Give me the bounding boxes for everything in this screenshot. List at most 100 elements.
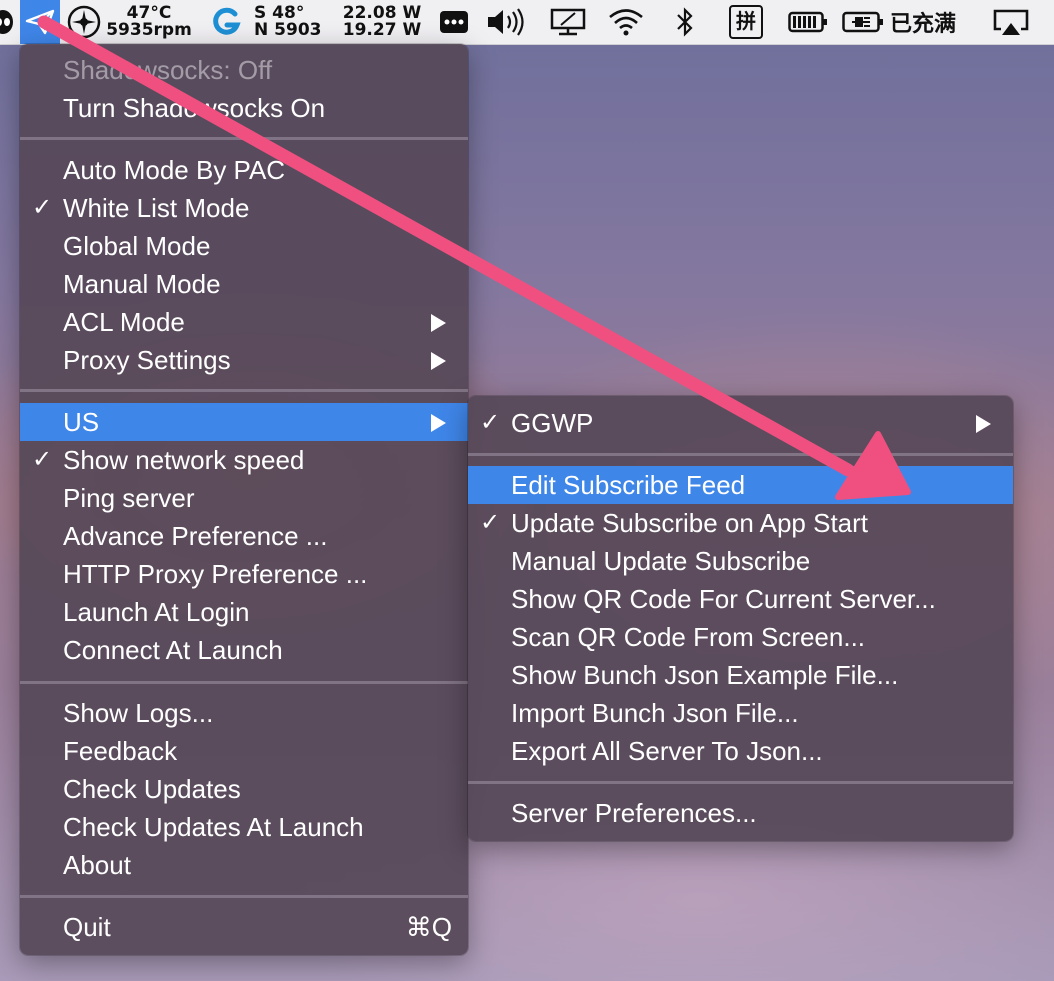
power-readout[interactable]: 22.08 W 19.27 W — [340, 0, 424, 44]
menu-item-check-updates-at-launch[interactable]: Check Updates At Launch — [20, 808, 468, 846]
menu-item-label: Proxy Settings — [63, 345, 231, 375]
menu-separator — [20, 389, 468, 392]
server-submenu: ✓ GGWP Edit Subscribe Feed ✓ Update Subscr… — [468, 396, 1013, 841]
quit-shortcut: ⌘Q — [405, 912, 452, 942]
fan-rpm: 5935rpm — [106, 20, 192, 40]
submenu-arrow-icon — [431, 352, 446, 370]
volume-icon[interactable] — [482, 0, 532, 44]
g-app-icon[interactable] — [206, 0, 246, 44]
menu-item-label: Show Bunch Json Example File... — [511, 660, 899, 690]
menu-item-status: Shadowsocks: Off — [20, 51, 468, 89]
submenu-item-show-bunch-json-example[interactable]: Show Bunch Json Example File... — [468, 656, 1013, 694]
menu-item-label: Quit — [63, 912, 111, 942]
checkmark-icon: ✓ — [480, 509, 501, 536]
menu-item-proxy-settings[interactable]: Proxy Settings — [20, 341, 468, 379]
battery-status[interactable]: 已充满 — [842, 0, 972, 44]
submenu-item-edit-subscribe-feed[interactable]: Edit Subscribe Feed — [468, 466, 1013, 504]
shadowsocks-icon[interactable] — [20, 0, 60, 44]
menu-item-white-list[interactable]: ✓ White List Mode — [20, 189, 468, 227]
menu-item-quit[interactable]: Quit ⌘Q — [20, 908, 468, 946]
menu-separator — [468, 781, 1013, 784]
menu-item-check-updates[interactable]: Check Updates — [20, 770, 468, 808]
airplay-icon[interactable] — [986, 0, 1036, 44]
wifi-icon[interactable] — [604, 0, 648, 44]
checkmark-icon: ✓ — [32, 194, 53, 221]
menu-item-launch-at-login[interactable]: Launch At Login — [20, 593, 468, 631]
menu-item-label: Manual Mode — [63, 269, 221, 299]
submenu-arrow-icon — [431, 414, 446, 432]
menu-item-label: Advance Preference ... — [63, 521, 328, 551]
display-icon[interactable] — [546, 0, 590, 44]
menu-separator — [468, 453, 1013, 456]
menu-item-label: White List Mode — [63, 193, 250, 223]
alien-icon[interactable] — [0, 0, 14, 44]
menu-item-global-mode[interactable]: Global Mode — [20, 227, 468, 265]
menu-item-label: ACL Mode — [63, 307, 185, 337]
net-down-label: N — [254, 20, 269, 40]
menu-item-label: Edit Subscribe Feed — [511, 470, 746, 500]
menu-item-turn-on[interactable]: Turn Shadowsocks On — [20, 89, 468, 127]
menu-item-label: Launch At Login — [63, 597, 250, 627]
menu-item-ping-server[interactable]: Ping server — [20, 479, 468, 517]
submenu-item-export-all-servers[interactable]: Export All Server To Json... — [468, 732, 1013, 770]
checkmark-icon: ✓ — [480, 409, 501, 436]
submenu-item-scan-qr-code[interactable]: Scan QR Code From Screen... — [468, 618, 1013, 656]
menu-item-feedback[interactable]: Feedback — [20, 732, 468, 770]
menu-item-label: Server Preferences... — [511, 798, 757, 828]
menu-item-label: US — [63, 407, 100, 437]
menu-item-label: Check Updates At Launch — [63, 812, 364, 842]
menu-item-label: Ping server — [63, 483, 195, 513]
menu-item-label: Turn Shadowsocks On — [63, 93, 326, 123]
network-stats[interactable]: S 48° N 5903 — [254, 0, 332, 44]
net-down-row: N 5903 — [254, 22, 321, 39]
submenu-item-server-preferences[interactable]: Server Preferences... — [468, 794, 1013, 832]
menu-item-label: HTTP Proxy Preference ... — [63, 559, 368, 589]
more-icon[interactable] — [436, 0, 472, 44]
submenu-item-ggwp[interactable]: ✓ GGWP — [468, 404, 1013, 442]
menu-item-label: Show QR Code For Current Server... — [511, 584, 936, 614]
menu-item-label: Connect At Launch — [63, 635, 283, 665]
input-method-label: 拼 — [729, 5, 763, 39]
menu-item-servers-us[interactable]: US — [20, 403, 468, 441]
menu-item-about[interactable]: About — [20, 846, 468, 884]
net-down-value: 5903 — [274, 20, 322, 40]
shadowsocks-menu: Shadowsocks: Off Turn Shadowsocks On Aut… — [20, 44, 468, 955]
submenu-item-manual-update-subscribe[interactable]: Manual Update Subscribe — [468, 542, 1013, 580]
menu-item-label: Auto Mode By PAC — [63, 155, 286, 185]
menu-item-label: Feedback — [63, 736, 178, 766]
menu-item-label: Show Logs... — [63, 698, 214, 728]
fan-readout[interactable]: 47°C 5935rpm — [106, 0, 192, 44]
menu-item-connect-at-launch[interactable]: Connect At Launch — [20, 631, 468, 669]
menu-item-label: About — [63, 850, 131, 880]
menu-separator — [20, 681, 468, 684]
menu-item-label: Check Updates — [63, 774, 241, 804]
menu-item-label: Import Bunch Json File... — [511, 698, 799, 728]
menu-item-advance-preference[interactable]: Advance Preference ... — [20, 517, 468, 555]
menu-item-manual-mode[interactable]: Manual Mode — [20, 265, 468, 303]
menu-item-label: Scan QR Code From Screen... — [511, 622, 866, 652]
submenu-item-update-subscribe-on-start[interactable]: ✓ Update Subscribe on App Start — [468, 504, 1013, 542]
input-method-icon[interactable]: 拼 — [726, 0, 766, 44]
battery-charged-icon — [842, 11, 883, 33]
power-out: 19.27 W — [342, 20, 422, 40]
menu-item-label: GGWP — [511, 408, 594, 438]
battery-level-icon[interactable] — [786, 0, 830, 44]
menu-separator — [20, 895, 468, 898]
menu-item-show-logs[interactable]: Show Logs... — [20, 694, 468, 732]
submenu-arrow-icon — [431, 314, 446, 332]
fan-icon[interactable] — [64, 0, 104, 44]
menu-separator — [20, 137, 468, 140]
menu-item-http-proxy-preference[interactable]: HTTP Proxy Preference ... — [20, 555, 468, 593]
submenu-arrow-icon — [976, 415, 991, 433]
menu-item-acl-mode[interactable]: ACL Mode — [20, 303, 468, 341]
submenu-item-show-qr-code[interactable]: Show QR Code For Current Server... — [468, 580, 1013, 618]
menu-item-label: Global Mode — [63, 231, 211, 261]
menu-item-show-network-speed[interactable]: ✓ Show network speed — [20, 441, 468, 479]
menu-item-label: Manual Update Subscribe — [511, 546, 811, 576]
battery-status-label: 已充满 — [890, 12, 957, 37]
menu-bar: 47°C 5935rpm S 48° N 5903 22.08 W 19.27 … — [0, 0, 1054, 45]
submenu-item-import-bunch-json[interactable]: Import Bunch Json File... — [468, 694, 1013, 732]
menu-item-label: Update Subscribe on App Start — [511, 508, 869, 538]
bluetooth-icon[interactable] — [668, 0, 702, 44]
menu-item-auto-pac[interactable]: Auto Mode By PAC — [20, 151, 468, 189]
